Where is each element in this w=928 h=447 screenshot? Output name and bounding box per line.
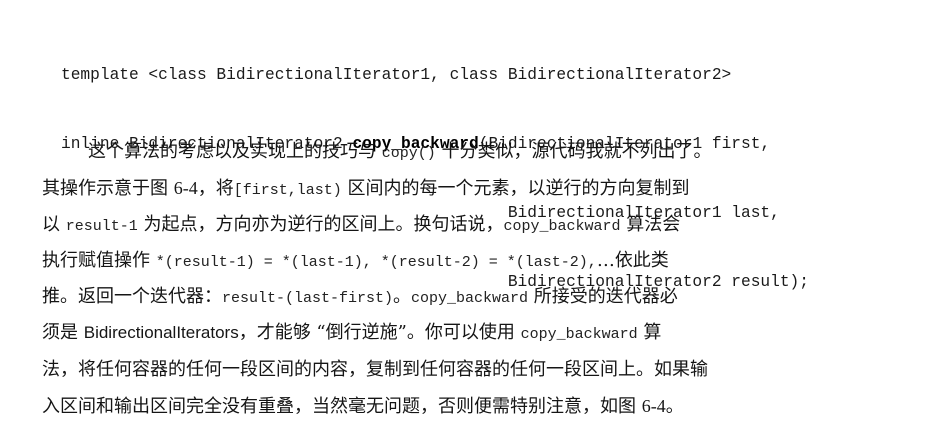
- paragraph-line: 以 result-1 为起点，方向亦为逆行的区间上。换句话说，copy_back…: [42, 207, 772, 243]
- text-run: …依此类: [596, 249, 669, 271]
- text-run: 。: [665, 396, 684, 418]
- text-run: 算: [637, 322, 662, 344]
- text-run: 入区间和输出区间完全没有重叠，当然毫无问题，否则便需特别注意，如图: [42, 396, 642, 418]
- text-run: 这个算法的考虑以及实现上的技巧与: [88, 141, 382, 162]
- paragraph-line: 推。返回一个迭代器：result-(last-first)。copy_backw…: [42, 279, 772, 315]
- body-paragraph: 这个算法的考虑以及实现上的技巧与 copy() 十分类似，源代码我就不列出了。 …: [42, 134, 772, 424]
- book-page: template <class BidirectionalIterator1, …: [0, 0, 928, 447]
- text-run: 执行赋值操作: [42, 249, 156, 271]
- text-run: ，才能够 “倒行逆施”。你可以使用: [238, 322, 521, 344]
- paragraph-line: 执行赋值操作 *(result-1) = *(last-1), *(result…: [42, 243, 772, 279]
- inline-code: *(result-1) = *(last-1), *(result-2) = *…: [155, 253, 597, 271]
- inline-code: result-(last-first): [222, 290, 394, 308]
- inline-code: copy(): [381, 145, 436, 162]
- text-run: 以: [42, 213, 66, 235]
- code-text: template <class BidirectionalIterator1, …: [61, 66, 732, 84]
- figure-ref: 6-4: [173, 178, 198, 199]
- code-line-template: template <class BidirectionalIterator1, …: [61, 64, 809, 87]
- text-run: 十分类似，源代码我就不列出了。: [435, 141, 712, 162]
- text-run: 所接受的迭代器必: [528, 286, 678, 308]
- text-run: 须是: [42, 322, 84, 344]
- inline-code: result-1: [65, 217, 138, 235]
- figure-ref: 6-4: [641, 396, 666, 417]
- paragraph-line: 这个算法的考虑以及实现上的技巧与 copy() 十分类似，源代码我就不列出了。: [42, 134, 772, 170]
- paragraph-line: 法，将任何容器的任何一段区间的内容，复制到任何容器的任何一段区间上。如果输: [42, 352, 772, 388]
- text-run: ，将: [197, 178, 234, 200]
- text-run: 其操作示意于图: [42, 178, 174, 200]
- text-run: 算法会: [620, 213, 681, 235]
- term: BidirectionalIterators: [83, 323, 239, 343]
- inline-code: [first,last): [233, 182, 342, 200]
- text-run: 。: [393, 286, 412, 308]
- text-run: 推。返回一个迭代器：: [42, 286, 222, 308]
- text-run: 法，将任何容器的任何一段区间的内容，复制到任何容器的任何一段区间上。如果输: [42, 358, 708, 380]
- text-run: 区间内的每一个元素，以逆行的方向复制到: [341, 178, 690, 200]
- paragraph-line: 入区间和输出区间完全没有重叠，当然毫无问题，否则便需特别注意，如图 6-4。: [42, 388, 772, 424]
- inline-code: copy_backward: [520, 326, 638, 344]
- inline-code: copy_backward: [411, 290, 529, 308]
- paragraph-line: 其操作示意于图 6-4，将[first,last) 区间内的每一个元素，以逆行的…: [42, 170, 772, 206]
- inline-code: copy_backward: [503, 217, 621, 235]
- text-run: 为起点，方向亦为逆行的区间上。换句话说，: [137, 213, 504, 235]
- paragraph-line: 须是 BidirectionalIterators，才能够 “倒行逆施”。你可以…: [42, 315, 772, 351]
